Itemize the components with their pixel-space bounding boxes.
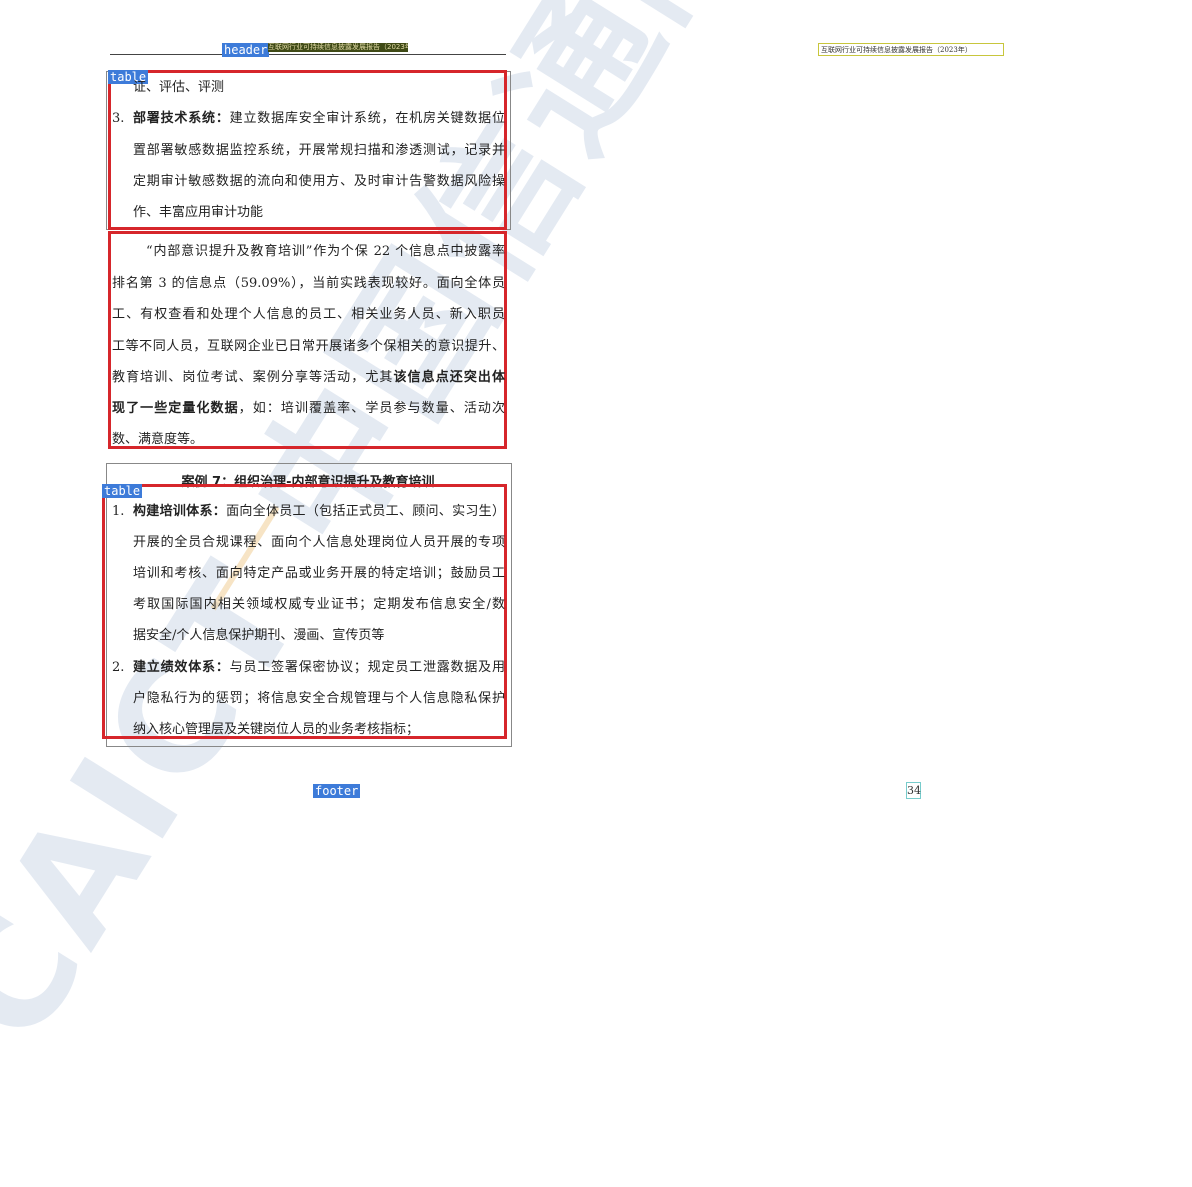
- table1-line-4: 作、丰富应用审计功能: [133, 205, 264, 220]
- para-line-2: 排名第 3 的信息点（59.09%），当前实践表现较好。面向全体员: [112, 276, 505, 291]
- para-line-1: “内部意识提升及教育培训”作为个保 22 个信息点中披露率: [146, 244, 505, 259]
- item1-line-2: 开展的全员合规课程、面向个人信息处理岗位人员开展的专项: [133, 535, 505, 550]
- header-tag: header: [222, 43, 270, 57]
- item3-line: 部署技术系统：建立数据库安全审计系统，在机房关键数据位: [133, 111, 505, 127]
- table1-line-3: 定期审计敏感数据的流向和使用方、及时审计告警数据风险操: [133, 174, 505, 189]
- para-line-6-bold: 现了一些定量化数据: [112, 401, 239, 416]
- para-line-4: 工等不同人员，互联网企业已日常开展诸多个保相关的意识提升、: [112, 339, 505, 354]
- page-number: 34: [906, 782, 921, 799]
- item2-title: 建立绩效体系：: [133, 660, 230, 675]
- item3-number: 3.: [112, 111, 125, 126]
- item3-text: 建立数据库安全审计系统，在机房关键数据位: [229, 111, 505, 126]
- para-line-6-text: ，如：培训覆盖率、学员参与数量、活动次: [238, 401, 505, 416]
- para-line-5: 教育培训、岗位考试、案例分享等活动，尤其该信息点还突出体: [112, 370, 505, 386]
- para-line-6: 现了一些定量化数据，如：培训覆盖率、学员参与数量、活动次: [112, 401, 505, 417]
- item1-text: 面向全体员工（包括正式员工、顾问、实习生）: [226, 504, 505, 519]
- item2-line: 建立绩效体系：与员工签署保密协议；规定员工泄露数据及用: [133, 660, 505, 676]
- header-title: 互联网行业可持续信息披露发展报告（2023年）: [268, 43, 408, 52]
- right-page-header: 互联网行业可持续信息披露发展报告（2023年）: [818, 43, 1004, 56]
- header-rule: [110, 54, 506, 55]
- item1-line-3: 培训和考核、面向特定产品或业务开展的特定培训；鼓励员工: [133, 566, 505, 581]
- item1-line-5: 据安全/个人信息保护期刊、漫画、宣传页等: [133, 628, 385, 643]
- item1-line: 构建培训体系：面向全体员工（包括正式员工、顾问、实习生）: [133, 504, 505, 520]
- table1-line-2: 置部署敏感数据监控系统，开展常规扫描和渗透测试，记录并: [133, 143, 505, 158]
- para-line-7: 数、满意度等。: [112, 432, 204, 447]
- footer-tag: footer: [313, 784, 361, 798]
- item2-line-2: 户隐私行为的惩罚；将信息安全合规管理与个人信息隐私保护: [133, 691, 505, 706]
- case-table-tag: table: [102, 484, 143, 498]
- item2-number: 2.: [112, 660, 125, 675]
- item1-title: 构建培训体系：: [133, 504, 227, 519]
- item2-line-3: 纳入核心管理层及关键岗位人员的业务考核指标；: [133, 722, 420, 737]
- item1-line-4: 考取国际国内相关领域权威专业证书；定期发布信息安全/数: [133, 597, 505, 612]
- item1-number: 1.: [112, 504, 125, 519]
- item2-text: 与员工签署保密协议；规定员工泄露数据及用: [229, 660, 505, 675]
- para-line-5-text: 教育培训、岗位考试、案例分享等活动，尤其: [112, 370, 394, 385]
- para-line-5-bold: 该信息点还突出体: [393, 370, 505, 385]
- table1-line-1: 证、评估、评测: [133, 80, 225, 95]
- item3-title: 部署技术系统：: [133, 111, 230, 126]
- para-line-3: 工、有权查看和处理个人信息的员工、相关业务人员、新入职员: [112, 307, 505, 322]
